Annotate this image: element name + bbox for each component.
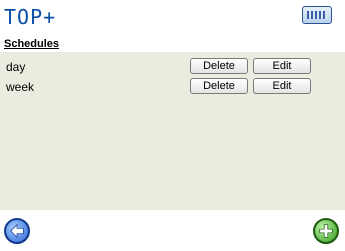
edit-button[interactable]: Edit: [253, 78, 311, 94]
app-window: TOP+ Schedules day Delete Edit week Dele…: [0, 0, 345, 251]
list-item: week Delete Edit: [0, 78, 345, 96]
header-bar: TOP+: [0, 0, 345, 38]
back-arrow-glyph: [10, 223, 24, 239]
footer-bar: [0, 210, 345, 251]
app-logo: TOP+: [4, 5, 57, 29]
edit-button[interactable]: Edit: [253, 58, 311, 74]
schedule-name: day: [6, 60, 26, 74]
list-item: day Delete Edit: [0, 58, 345, 76]
back-arrow-icon[interactable]: [4, 218, 30, 244]
delete-button[interactable]: Delete: [190, 58, 248, 74]
keyboard-keys: [307, 11, 327, 19]
keyboard-icon[interactable]: [302, 6, 332, 24]
schedule-name: week: [6, 80, 35, 94]
plus-glyph: [319, 224, 333, 238]
delete-button[interactable]: Delete: [190, 78, 248, 94]
add-icon[interactable]: [313, 218, 339, 244]
page-title: Schedules: [4, 38, 60, 50]
schedules-list: day Delete Edit week Delete Edit: [0, 52, 345, 210]
